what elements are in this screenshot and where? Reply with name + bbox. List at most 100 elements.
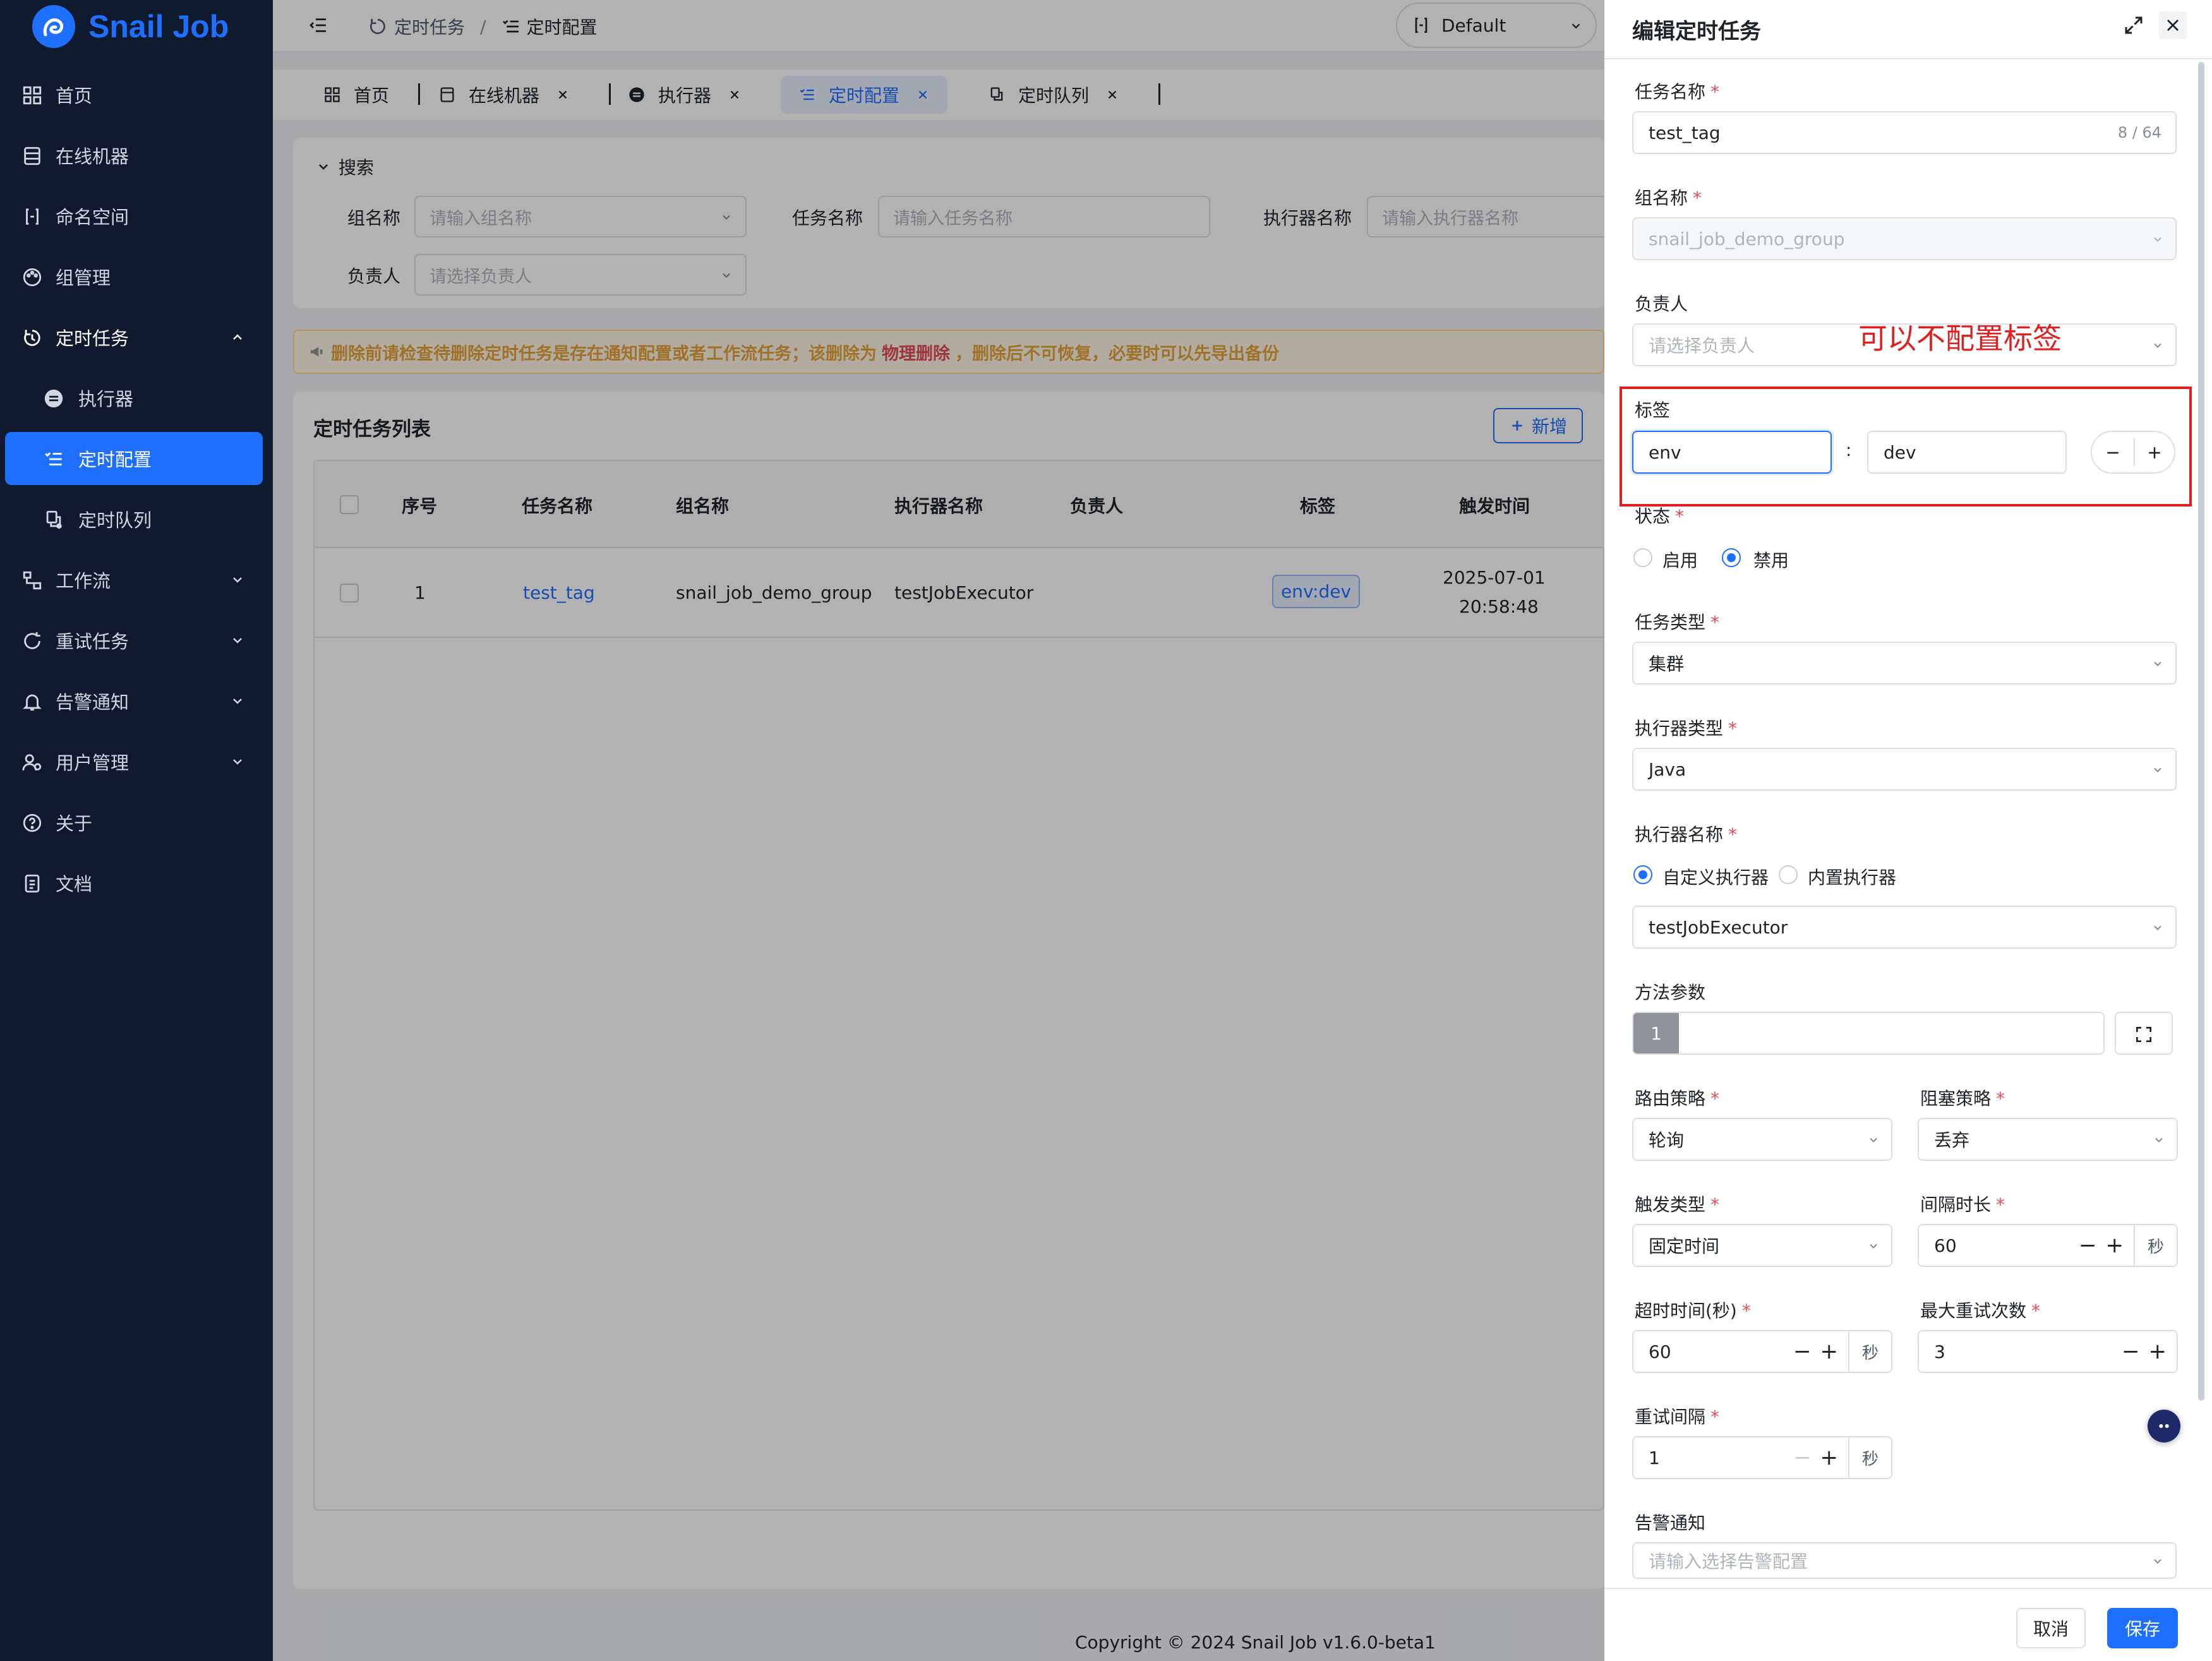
char-counter: 8 / 64 (2117, 124, 2161, 141)
sidebar-item-home[interactable]: 首页 (5, 68, 263, 121)
increment-button[interactable]: + (2149, 1339, 2167, 1364)
builtin-executor-radio[interactable] (1779, 865, 1798, 884)
max-retry-input[interactable]: 3 − + (1918, 1330, 2178, 1373)
sidebar-item-retry-tasks[interactable]: 重试任务 (5, 614, 263, 667)
decrement-button[interactable]: − (2122, 1339, 2140, 1364)
custom-executor-radio[interactable] (1633, 865, 1652, 884)
sidebar-item-label: 重试任务 (56, 631, 129, 652)
cancel-button[interactable]: 取消 (2016, 1608, 2086, 1648)
placeholder: 请选择负责人 (1649, 335, 1755, 356)
chevron-down-icon (2155, 1137, 2163, 1142)
sidebar-item-user-management[interactable]: 用户管理 (5, 735, 263, 788)
field-label-trigger-type: 触发类型 * (1635, 1194, 1720, 1215)
tag-value-value: dev (1884, 441, 1916, 463)
field-label-method-params: 方法参数 (1635, 982, 1706, 1003)
tag-value-input[interactable]: dev (1867, 431, 2067, 474)
help-icon (23, 813, 42, 832)
close-icon (2167, 20, 2179, 31)
save-button-label: 保存 (2124, 1619, 2160, 1640)
unit-suffix: 秒 (2134, 1225, 2177, 1266)
queue-icon (46, 510, 62, 529)
group-name-value: snail_job_demo_group (1649, 228, 1845, 249)
server-icon (24, 147, 40, 165)
sidebar-item-workflow[interactable]: 工作流 (5, 553, 263, 606)
block-strategy-select[interactable]: 丢弃 (1918, 1118, 2178, 1161)
decrement-button[interactable]: − (2079, 1233, 2097, 1258)
timeout-input[interactable]: 60 − + 秒 (1632, 1330, 1892, 1373)
route-strategy-select[interactable]: 轮询 (1632, 1118, 1892, 1161)
increment-button[interactable]: + (1820, 1445, 1839, 1470)
divider (2134, 438, 2135, 466)
interval-input[interactable]: 60 − + 秒 (1918, 1224, 2178, 1267)
field-label-owner: 负责人 (1635, 294, 1688, 315)
job-name-input[interactable]: test_tag 8 / 64 (1632, 111, 2177, 154)
status-disable-radio[interactable] (1722, 548, 1741, 567)
block-strategy-value: 丢弃 (1934, 1130, 1970, 1151)
executor-name-select[interactable]: testJobExecutor (1632, 906, 2177, 949)
field-label-interval: 间隔时长 * (1920, 1194, 2005, 1215)
trigger-type-select[interactable]: 固定时间 (1632, 1224, 1892, 1267)
scrollbar-thumb[interactable] (2198, 62, 2204, 1401)
increment-button[interactable]: + (2106, 1233, 2124, 1258)
retry-interval-input[interactable]: 1 − + 秒 (1632, 1436, 1892, 1479)
decrement-button[interactable]: − (1793, 1339, 1812, 1364)
field-label-group-name: 组名称 * (1635, 188, 1702, 208)
group-name-select: snail_job_demo_group (1632, 217, 2177, 260)
tag-key-input[interactable]: env (1632, 431, 1832, 474)
chevron-up-icon (233, 334, 242, 340)
sidebar-item-alarm-notify[interactable]: 告警通知 (5, 675, 263, 728)
sidebar-item-scheduled-queue[interactable]: 定时队列 (5, 493, 263, 546)
status-enable-label[interactable]: 启用 (1662, 547, 1698, 572)
retry-interval-stepper: − + (1793, 1437, 1848, 1478)
sidebar-item-groups[interactable]: 组管理 (5, 250, 263, 303)
tag-actions (2091, 431, 2175, 474)
builtin-executor-label[interactable]: 内置执行器 (1808, 864, 1896, 889)
sidebar-item-label: 定时队列 (78, 510, 152, 531)
max-retry-stepper: − + (2122, 1331, 2177, 1372)
unit-suffix: 秒 (1848, 1331, 1891, 1372)
save-button[interactable]: 保存 (2107, 1608, 2178, 1648)
job-name-value: test_tag (1649, 122, 1721, 143)
sidebar-item-online-machines[interactable]: 在线机器 (5, 129, 263, 182)
decrement-button[interactable]: − (1793, 1445, 1812, 1470)
doc-icon (25, 874, 40, 893)
sidebar-item-about[interactable]: 关于 (5, 796, 263, 849)
plus-icon[interactable] (2145, 443, 2164, 462)
line-number: 1 (1650, 1022, 1662, 1044)
executor-icon (44, 389, 63, 408)
alarm-select[interactable]: 请输入选择告警配置 (1632, 1542, 2177, 1579)
app-logo[interactable]: Snail Job (30, 1, 229, 52)
chevron-down-icon (1870, 1137, 1877, 1142)
chevron-down-icon (233, 759, 242, 765)
sidebar-item-namespace[interactable]: 命名空间 (5, 189, 263, 243)
sidebar-item-scheduled-tasks[interactable]: 定时任务 (5, 311, 263, 364)
assistant-float-button[interactable] (2148, 1410, 2180, 1442)
dashboard-icon (23, 86, 42, 105)
sidebar-item-label: 定时任务 (56, 328, 129, 349)
sidebar-item-docs[interactable]: 文档 (5, 856, 263, 909)
status-disable-label[interactable]: 禁用 (1753, 547, 1789, 572)
close-button[interactable] (2159, 11, 2187, 39)
chevron-down-icon (233, 699, 242, 704)
sidebar-item-label: 执行器 (78, 388, 134, 410)
executor-type-value: Java (1649, 759, 1686, 780)
drawer-scrollbar[interactable] (2197, 59, 2206, 1575)
minus-icon[interactable] (2103, 443, 2122, 462)
task-type-select[interactable]: 集群 (1632, 642, 2177, 685)
sidebar-item-executor[interactable]: 执行器 (5, 371, 263, 424)
fullscreen-icon[interactable] (2122, 14, 2145, 37)
drawer-mask[interactable] (273, 0, 1604, 1661)
expand-editor-button[interactable] (2115, 1012, 2173, 1055)
timer-icon (24, 330, 40, 346)
sidebar-item-scheduled-config[interactable]: 定时配置 (5, 432, 263, 485)
executor-type-select[interactable]: Java (1632, 748, 2177, 791)
users-icon (22, 754, 42, 771)
field-label-job-name: 任务名称 * (1635, 81, 1720, 102)
edit-job-drawer: 编辑定时任务 任务名称 * test_tag 8 / 64 组名称 * snail_… (1604, 0, 2212, 1661)
interval-value: 60 (1934, 1235, 1957, 1256)
chevron-down-icon (2154, 237, 2161, 242)
custom-executor-label[interactable]: 自定义执行器 (1662, 864, 1769, 889)
status-enable-radio[interactable] (1633, 548, 1652, 567)
method-params-editor[interactable]: 1 (1632, 1012, 2105, 1055)
increment-button[interactable]: + (1820, 1339, 1839, 1364)
